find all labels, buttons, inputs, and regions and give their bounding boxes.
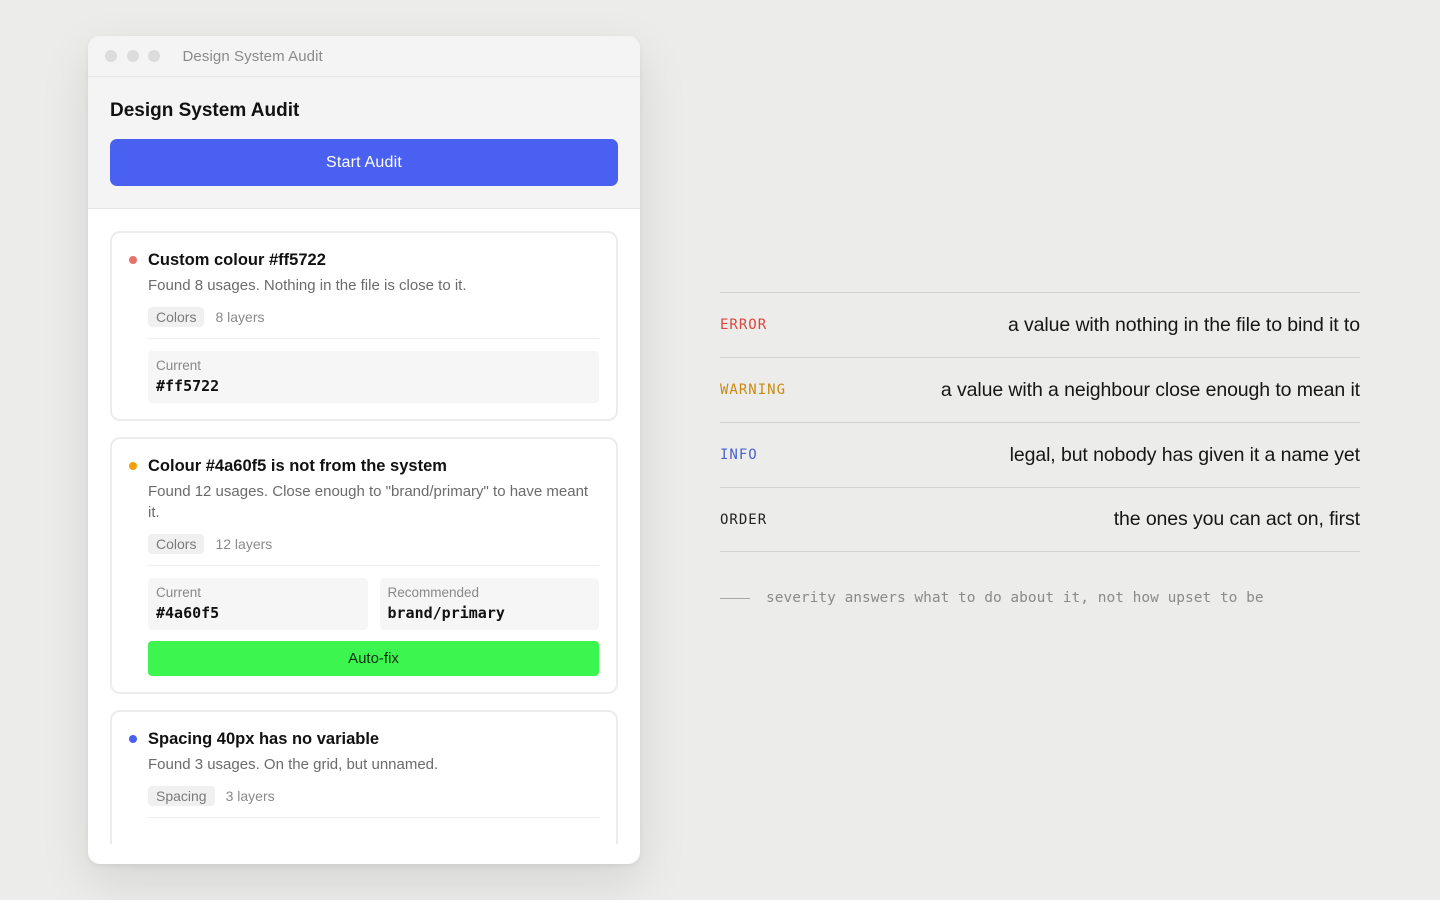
current-label: Current bbox=[156, 585, 202, 600]
issue-description: Found 3 usages. On the grid, but unnamed… bbox=[148, 756, 439, 773]
divider bbox=[148, 565, 599, 566]
legend-description: a value with nothing in the file to bind… bbox=[1007, 313, 1360, 336]
panel-header: Design System Audit Start Audit bbox=[88, 77, 640, 209]
footnote-text: severity answers what to do about it, no… bbox=[766, 590, 1264, 606]
footnote: severity answers what to do about it, no… bbox=[720, 590, 1264, 606]
minimize-window-button[interactable] bbox=[126, 50, 139, 62]
legend-row-warning: WARNING a value with a neighbour close e… bbox=[720, 357, 1360, 422]
current-value: #ff5722 bbox=[156, 377, 220, 395]
issue-description: Found 12 usages. Close enough to "brand/… bbox=[148, 483, 589, 521]
issue-card-warning: Colour #4a60f5 is not from the system Fo… bbox=[110, 437, 618, 694]
issue-title: Custom colour #ff5722 bbox=[148, 251, 326, 269]
category-tag: Colors bbox=[148, 534, 205, 554]
legend-row-info: INFO legal, but nobody has given it a na… bbox=[720, 422, 1360, 487]
category-tag: Colors bbox=[148, 307, 205, 327]
legend-key: ORDER bbox=[720, 511, 768, 528]
legend-description: the ones you can act on, first bbox=[1113, 508, 1360, 530]
current-label: Current bbox=[156, 358, 202, 373]
issue-card-error: Custom colour #ff5722 Found 8 usages. No… bbox=[110, 231, 618, 421]
legend-key: WARNING bbox=[720, 382, 787, 398]
issue-title: Spacing 40px has no variable bbox=[148, 730, 380, 748]
recommended-value-box: Recommended brand/primary bbox=[379, 578, 599, 630]
legend-row-error: ERROR a value with nothing in the file t… bbox=[720, 292, 1360, 357]
page-title: Design System Audit bbox=[110, 100, 300, 121]
title-bar: Design System Audit bbox=[88, 36, 640, 77]
legend-row-order: ORDER the ones you can act on, first bbox=[720, 487, 1360, 552]
layer-count[interactable]: 12 layers bbox=[215, 536, 272, 552]
issue-list[interactable]: Custom colour #ff5722 Found 8 usages. No… bbox=[88, 209, 640, 844]
severity-legend: ERROR a value with nothing in the file t… bbox=[720, 292, 1360, 552]
footnote-rule bbox=[720, 597, 750, 599]
recommended-value: brand/primary bbox=[387, 604, 505, 622]
current-value-box: Current #4a60f5 bbox=[148, 578, 368, 630]
layer-count[interactable]: 8 layers bbox=[215, 309, 264, 325]
issue-title: Colour #4a60f5 is not from the system bbox=[148, 457, 447, 475]
close-window-button[interactable] bbox=[105, 50, 117, 62]
info-severity-dot bbox=[129, 735, 137, 743]
start-audit-button[interactable]: Start Audit bbox=[110, 139, 618, 186]
category-tag: Spacing bbox=[148, 786, 215, 806]
recommended-label: Recommended bbox=[387, 585, 480, 600]
plugin-window: Design System Audit Design System Audit … bbox=[88, 36, 640, 864]
current-value-box: Current #ff5722 bbox=[148, 351, 599, 403]
auto-fix-button[interactable]: Auto-fix bbox=[148, 641, 599, 676]
layer-count[interactable]: 3 layers bbox=[226, 788, 275, 804]
window-title: Design System Audit bbox=[182, 47, 323, 65]
legend-key: INFO bbox=[720, 447, 758, 463]
issue-card-info: Spacing 40px has no variable Found 3 usa… bbox=[110, 710, 618, 844]
warning-severity-dot bbox=[129, 462, 137, 470]
legend-description: a value with a neighbour close enough to… bbox=[940, 378, 1360, 401]
legend-description: legal, but nobody has given it a name ye… bbox=[1009, 443, 1360, 466]
divider bbox=[148, 817, 599, 818]
legend-key: ERROR bbox=[720, 317, 768, 333]
zoom-window-button[interactable] bbox=[148, 50, 160, 62]
issue-description: Found 8 usages. Nothing in the file is c… bbox=[148, 277, 467, 294]
error-severity-dot bbox=[129, 256, 137, 264]
divider bbox=[148, 338, 599, 339]
current-value: #4a60f5 bbox=[156, 604, 220, 622]
